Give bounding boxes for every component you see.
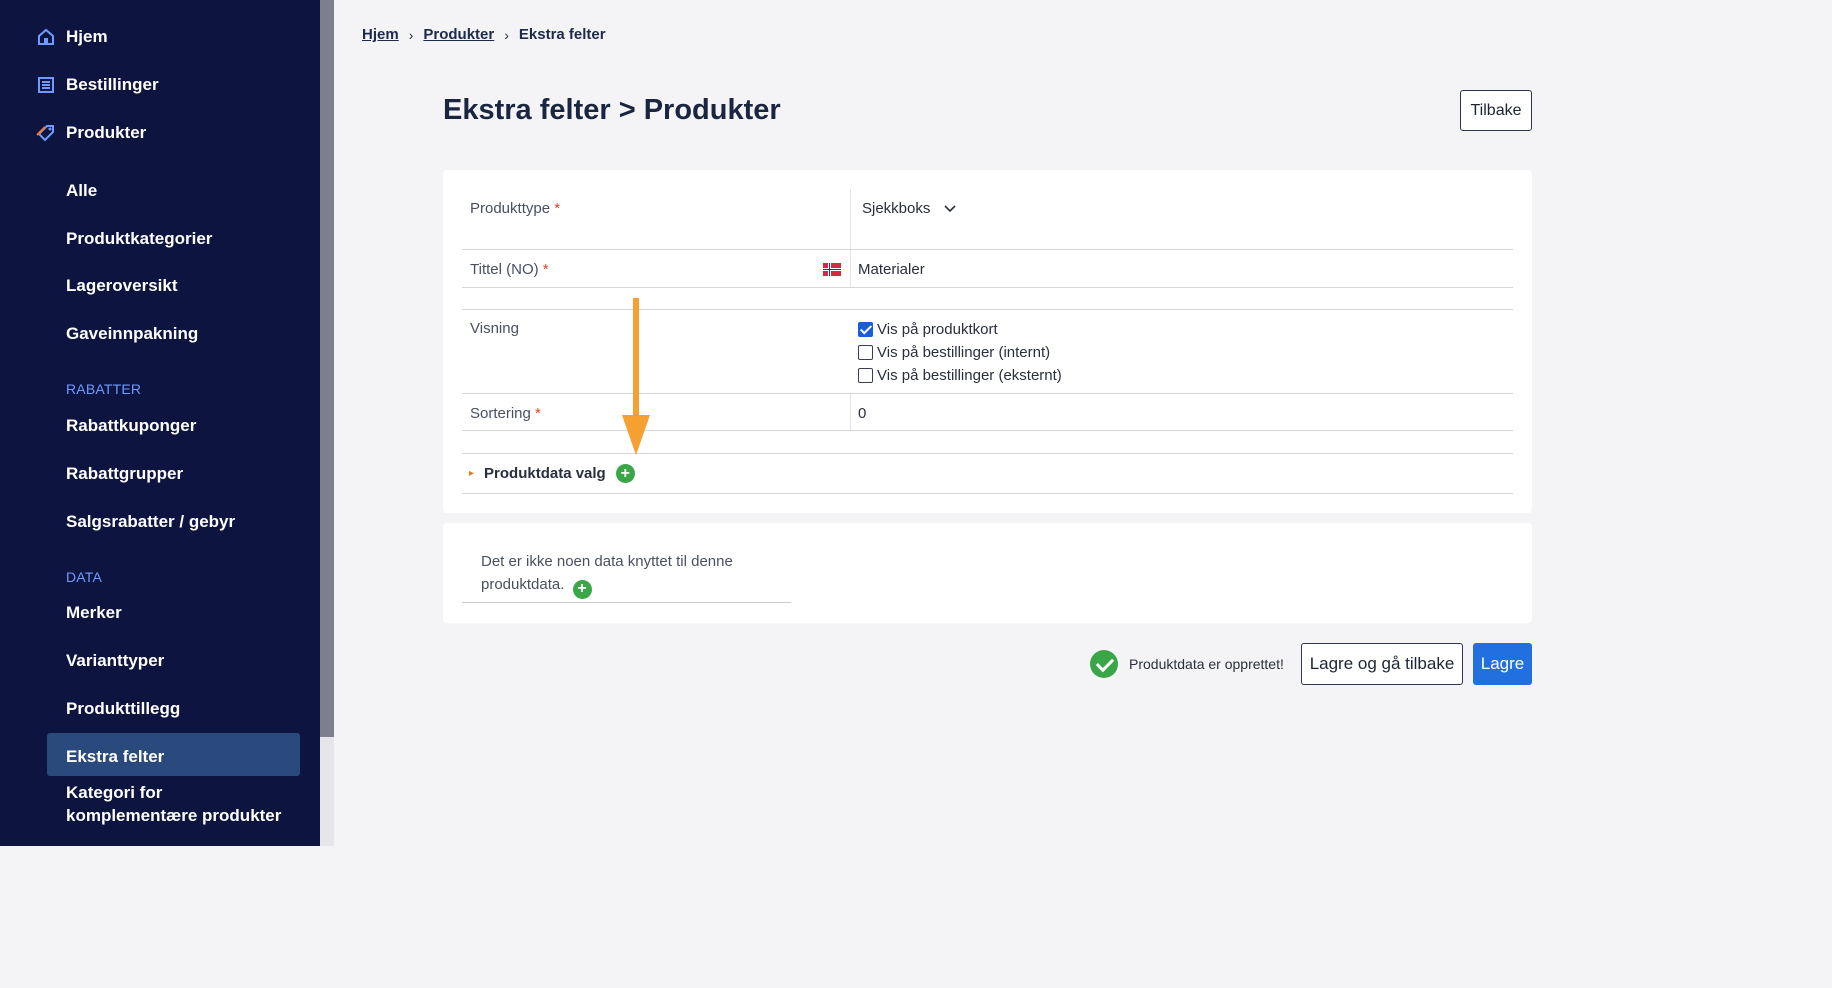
product-type-label: Produkttype * — [470, 200, 560, 217]
product-type-label-text: Produkttype — [470, 200, 551, 217]
sidebar: Hjem Bestillinger Produkter Alle Produkt… — [0, 0, 320, 846]
sort-input[interactable]: 0 — [858, 405, 866, 422]
empty-state-message: Det er ikke noen data knyttet til denne … — [481, 553, 733, 593]
sidebar-item-gift-wrap[interactable]: Gaveinnpakning — [66, 324, 198, 344]
product-data-options-header[interactable]: ▸ Produktdata valg + — [469, 464, 635, 483]
product-data-options-title: Produktdata valg — [484, 465, 606, 482]
required-mark: * — [542, 261, 549, 278]
sidebar-item-sales-discounts[interactable]: Salgsrabatter / gebyr — [66, 512, 235, 532]
tag-icon — [36, 125, 54, 142]
home-icon — [38, 28, 54, 45]
sidebar-item-coupons[interactable]: Rabattkuponger — [66, 416, 196, 436]
column-divider — [850, 189, 851, 249]
back-button[interactable]: Tilbake — [1460, 90, 1532, 131]
display-option-orders-external[interactable]: Vis på bestillinger (eksternt) — [858, 367, 1062, 384]
check-circle-icon — [1090, 650, 1118, 678]
sidebar-scrollbar[interactable] — [320, 0, 334, 846]
sidebar-item-all[interactable]: Alle — [66, 181, 97, 201]
checkbox-checked[interactable] — [858, 322, 873, 337]
chevron-right-icon: › — [408, 26, 414, 43]
sidebar-item-label: Hjem — [66, 27, 108, 46]
display-option-product-card[interactable]: Vis på produktkort — [858, 321, 998, 338]
sidebar-item-label: Bestillinger — [66, 75, 159, 94]
divider — [462, 287, 1513, 288]
column-divider — [850, 250, 851, 287]
breadcrumb: Hjem › Produkter › Ekstra felter — [362, 26, 606, 43]
checkbox-label: Vis på bestillinger (eksternt) — [877, 367, 1062, 384]
breadcrumb-current: Ekstra felter — [518, 26, 606, 43]
divider — [462, 493, 1513, 494]
sidebar-item-variant-types[interactable]: Varianttyper — [66, 651, 164, 671]
chevron-right-icon: › — [504, 26, 509, 43]
sidebar-section-data: DATA — [66, 569, 103, 585]
sidebar-item-discount-groups[interactable]: Rabattgrupper — [66, 464, 183, 484]
sidebar-item-extra-fields[interactable]: Ekstra felter — [66, 747, 164, 767]
divider — [462, 453, 1513, 454]
title-label-text: Tittel (NO) — [470, 261, 539, 278]
divider — [462, 430, 1513, 431]
annotation-arrow-shaft — [633, 298, 639, 420]
sort-label-text: Sortering — [470, 405, 531, 422]
display-label: Visning — [470, 320, 519, 337]
title-input[interactable]: Materialer — [858, 261, 925, 278]
chevron-down-icon — [944, 204, 956, 212]
page-title: Ekstra felter > Produkter — [443, 94, 781, 126]
add-data-plus-icon[interactable]: + — [572, 579, 592, 599]
checkbox-label: Vis på produktkort — [877, 321, 998, 338]
orders-icon — [38, 77, 54, 93]
success-text: Produktdata er opprettet! — [1129, 656, 1284, 672]
product-type-value: Sjekkboks — [862, 200, 931, 217]
form-card — [443, 170, 1532, 513]
product-type-select[interactable]: Sjekkboks — [862, 200, 956, 217]
required-mark: * — [535, 405, 541, 422]
expand-arrow-icon[interactable]: ▸ — [469, 468, 474, 479]
sidebar-item-product-categories[interactable]: Produktkategorier — [66, 229, 212, 249]
breadcrumb-home-link[interactable]: Hjem — [362, 26, 399, 43]
divider — [462, 393, 1513, 394]
annotation-arrow-head-icon — [622, 415, 650, 455]
checkbox-label: Vis på bestillinger (internt) — [877, 344, 1051, 361]
sidebar-section-discounts: RABATTER — [66, 381, 142, 397]
column-divider — [850, 394, 851, 430]
save-button[interactable]: Lagre — [1473, 643, 1532, 685]
success-message: Produktdata er opprettet! — [1090, 650, 1284, 678]
sidebar-item-orders[interactable]: Bestillinger — [36, 75, 159, 95]
sidebar-item-brands[interactable]: Merker — [66, 603, 122, 623]
display-option-orders-internal[interactable]: Vis på bestillinger (internt) — [858, 344, 1050, 361]
breadcrumb-products-link[interactable]: Produkter — [423, 26, 494, 43]
checkbox[interactable] — [858, 368, 873, 383]
sidebar-scrollbar-thumb[interactable] — [320, 0, 334, 737]
norway-flag-icon — [823, 263, 841, 276]
divider — [462, 602, 791, 603]
add-option-plus-icon[interactable]: + — [615, 464, 635, 483]
title-label: Tittel (NO) * — [470, 261, 549, 278]
sidebar-item-complementary-categories-line2[interactable]: komplementære produkter — [66, 806, 281, 826]
checkbox[interactable] — [858, 345, 873, 360]
empty-state-text: Det er ikke noen data knyttet til denne … — [481, 550, 781, 599]
divider — [462, 249, 1513, 250]
sidebar-item-complementary-categories-line1[interactable]: Kategori for — [66, 783, 162, 803]
divider — [462, 309, 1513, 310]
sort-label: Sortering * — [470, 405, 541, 422]
sidebar-item-products[interactable]: Produkter — [36, 123, 146, 143]
sidebar-item-product-addons[interactable]: Produkttillegg — [66, 699, 180, 719]
sidebar-item-stock-overview[interactable]: Lageroversikt — [66, 276, 178, 296]
save-and-back-button[interactable]: Lagre og gå tilbake — [1301, 643, 1463, 685]
sidebar-item-label: Produkter — [66, 123, 147, 142]
sidebar-item-home[interactable]: Hjem — [36, 27, 108, 47]
required-mark: * — [554, 200, 561, 217]
